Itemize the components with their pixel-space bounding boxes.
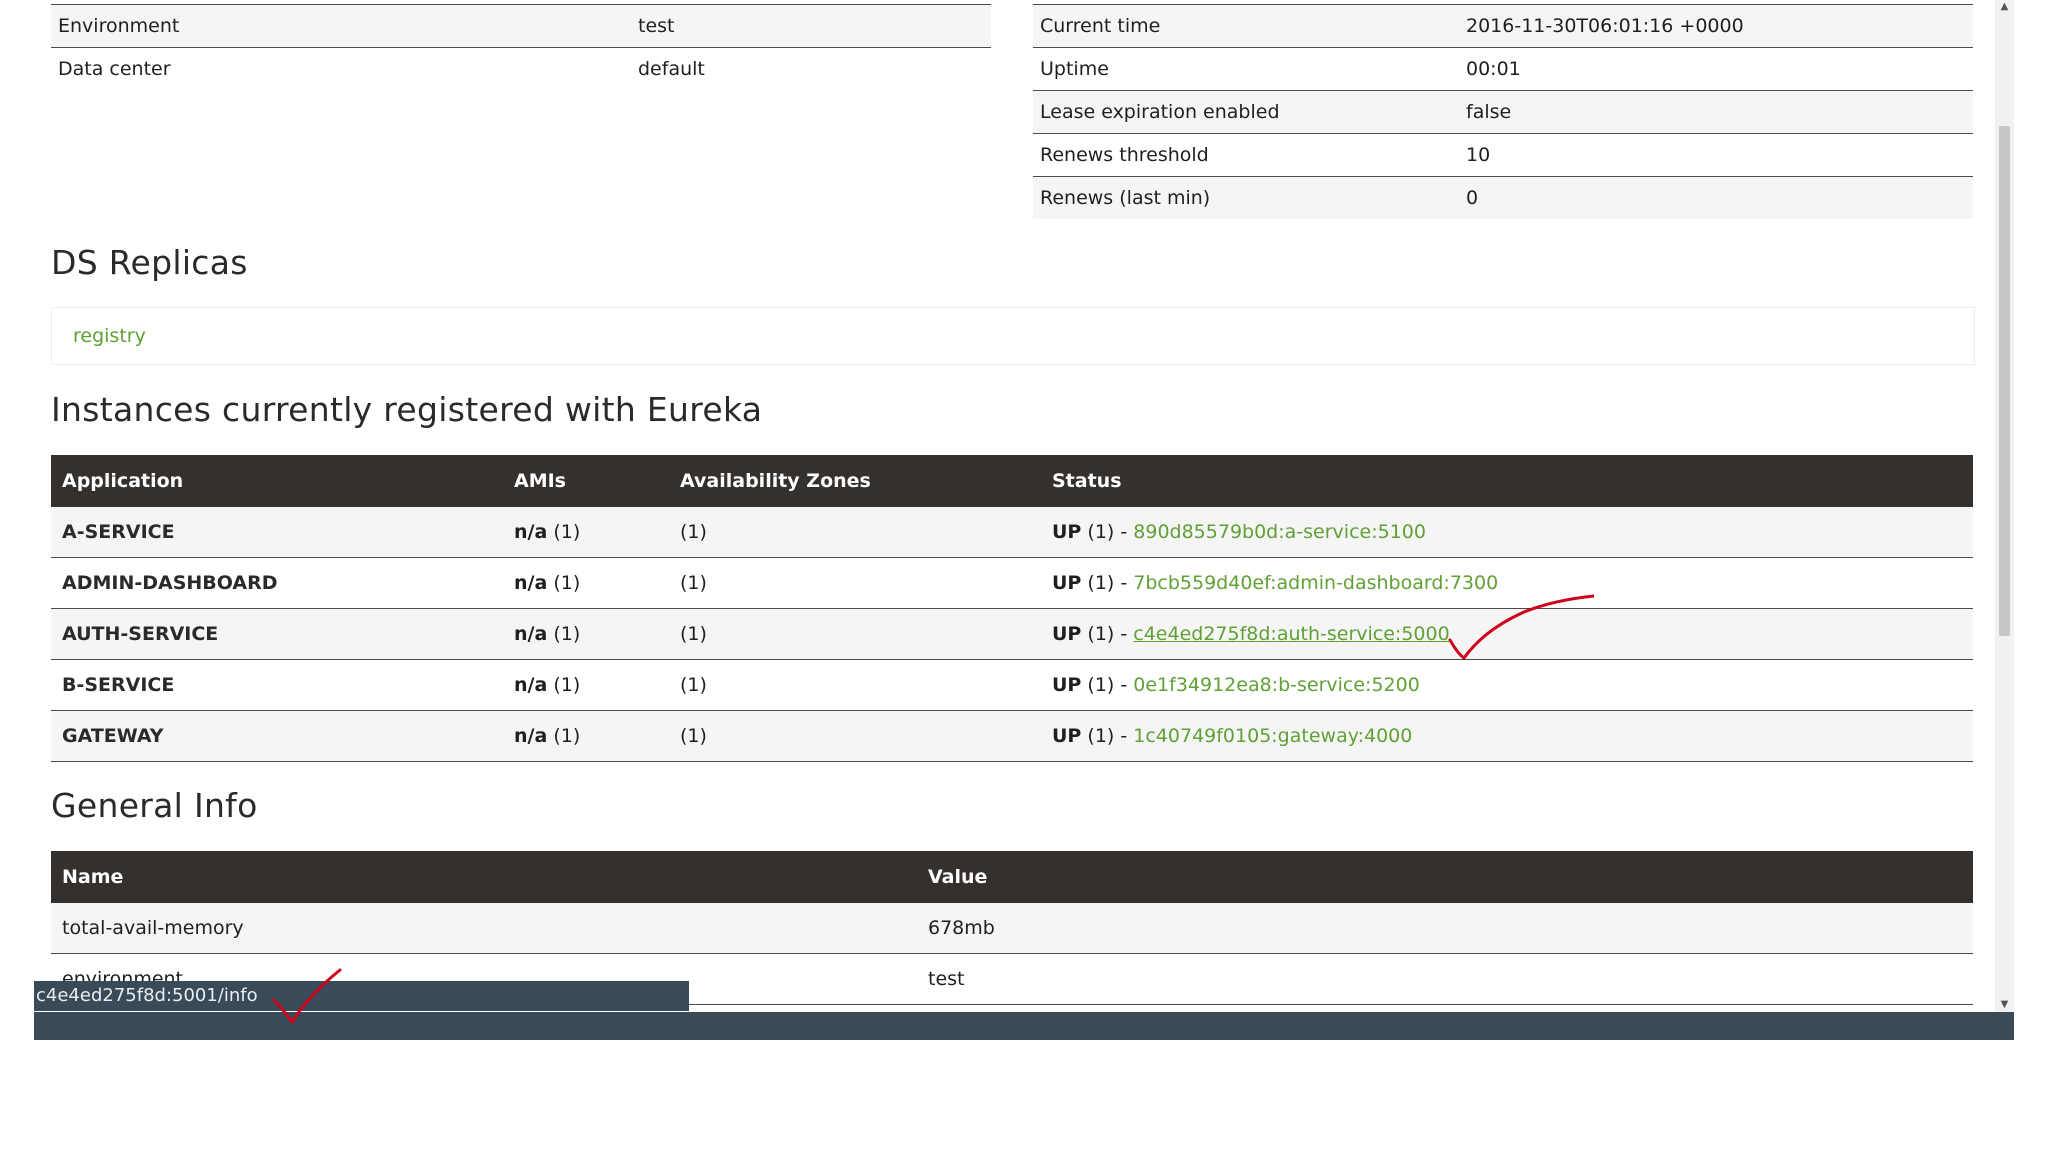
status-count: (1) - (1087, 623, 1128, 645)
status-cell: UP (1) - 890d85579b0d:a-service:5100 (1041, 507, 1973, 558)
amis-value: n/a (514, 521, 548, 543)
application-name: GATEWAY (51, 710, 503, 762)
column-header-availability-zones: Availability Zones (669, 455, 1041, 507)
general-info-heading: General Info (51, 786, 258, 825)
table-row: GATEWAY n/a (1) (1) UP (1) - 1c40749f010… (51, 710, 1973, 762)
status-cell: UP (1) - 1c40749f0105:gateway:4000 (1041, 710, 1973, 762)
info-name: total-avail-memory (51, 903, 917, 954)
replica-link-registry[interactable]: registry (73, 325, 146, 347)
status-key: Current time (1040, 15, 1161, 37)
amis-cell: n/a (1) (503, 710, 669, 762)
status-row-environment: Environment test (51, 4, 991, 47)
status-row-uptime: Uptime 00:01 (1033, 47, 1973, 90)
amis-cell: n/a (1) (503, 557, 669, 609)
amis-cell: n/a (1) (503, 507, 669, 558)
status-row-lease-expiration: Lease expiration enabled false (1033, 90, 1973, 133)
status-value: test (638, 15, 675, 37)
info-value: test (917, 953, 1973, 1005)
info-value: 678mb (917, 903, 1973, 954)
zones-cell: (1) (669, 710, 1041, 762)
status-key: Environment (58, 15, 180, 37)
amis-count: (1) (553, 521, 581, 543)
application-name: AUTH-SERVICE (51, 608, 503, 660)
bottom-bar (34, 1012, 2014, 1040)
column-header-status: Status (1041, 455, 1973, 507)
instances-heading: Instances currently registered with Eure… (51, 390, 763, 429)
status-count: (1) - (1087, 572, 1128, 594)
vertical-scrollbar[interactable]: ▲ ▼ (1995, 0, 2014, 1012)
table-row: total-avail-memory 678mb (51, 903, 1973, 954)
scrollbar-thumb[interactable] (1999, 126, 2010, 636)
amis-count: (1) (553, 725, 581, 747)
status-key: Data center (58, 58, 171, 80)
amis-value: n/a (514, 674, 548, 696)
column-header-name: Name (51, 851, 917, 903)
status-row-renews-threshold: Renews threshold 10 (1033, 133, 1973, 176)
amis-value: n/a (514, 623, 548, 645)
status-count: (1) - (1087, 725, 1128, 747)
amis-count: (1) (553, 572, 581, 594)
column-header-amis: AMIs (503, 455, 669, 507)
system-status-right-table: Current time 2016-11-30T06:01:16 +0000 U… (1033, 4, 1973, 219)
status-up: UP (1052, 674, 1082, 696)
status-up: UP (1052, 521, 1082, 543)
amis-value: n/a (514, 572, 548, 594)
status-key: Renews threshold (1040, 144, 1209, 166)
browser-viewport: Environment test Data center default Cur… (34, 0, 2014, 1040)
zones-cell: (1) (669, 557, 1041, 609)
application-name: A-SERVICE (51, 507, 503, 558)
status-count: (1) - (1087, 674, 1128, 696)
column-header-value: Value (917, 851, 1973, 903)
link-status-tooltip: c4e4ed275f8d:5001/info (34, 981, 689, 1011)
status-key: Uptime (1040, 58, 1109, 80)
scroll-up-arrow-icon[interactable]: ▲ (1995, 0, 2014, 14)
status-up: UP (1052, 572, 1082, 594)
zones-cell: (1) (669, 659, 1041, 711)
status-cell: UP (1) - 7bcb559d40ef:admin-dashboard:73… (1041, 557, 1973, 609)
instance-link[interactable]: c4e4ed275f8d:auth-service:5000 (1133, 623, 1449, 645)
instances-header-row: Application AMIs Availability Zones Stat… (51, 455, 1973, 507)
amis-count: (1) (553, 674, 581, 696)
instance-link[interactable]: 0e1f34912ea8:b-service:5200 (1133, 674, 1420, 696)
amis-cell: n/a (1) (503, 608, 669, 660)
amis-value: n/a (514, 725, 548, 747)
status-count: (1) - (1087, 521, 1128, 543)
status-up: UP (1052, 623, 1082, 645)
amis-cell: n/a (1) (503, 659, 669, 711)
status-row-data-center: Data center default (51, 47, 991, 90)
status-row-renews-last-min: Renews (last min) 0 (1033, 176, 1973, 219)
instances-table: Application AMIs Availability Zones Stat… (51, 455, 1973, 762)
status-value: 2016-11-30T06:01:16 +0000 (1466, 15, 1744, 37)
status-value: 10 (1466, 144, 1491, 166)
ds-replicas-heading: DS Replicas (51, 243, 248, 282)
system-status-left-table: Environment test Data center default (51, 4, 991, 90)
status-value: 0 (1466, 187, 1479, 209)
status-cell: UP (1) - 0e1f34912ea8:b-service:5200 (1041, 659, 1973, 711)
amis-count: (1) (553, 623, 581, 645)
status-key: Lease expiration enabled (1040, 101, 1280, 123)
zones-cell: (1) (669, 507, 1041, 558)
instance-link[interactable]: 890d85579b0d:a-service:5100 (1133, 521, 1426, 543)
table-row: ADMIN-DASHBOARD n/a (1) (1) UP (1) - 7bc… (51, 557, 1973, 609)
status-row-current-time: Current time 2016-11-30T06:01:16 +0000 (1033, 4, 1973, 47)
instance-link[interactable]: 1c40749f0105:gateway:4000 (1133, 725, 1412, 747)
status-value: 00:01 (1466, 58, 1521, 80)
instance-link[interactable]: 7bcb559d40ef:admin-dashboard:7300 (1133, 572, 1498, 594)
table-row: B-SERVICE n/a (1) (1) UP (1) - 0e1f34912… (51, 659, 1973, 711)
status-value: false (1466, 101, 1512, 123)
scroll-down-arrow-icon[interactable]: ▼ (1995, 998, 2014, 1012)
general-info-header-row: Name Value (51, 851, 1973, 903)
status-key: Renews (last min) (1040, 187, 1211, 209)
column-header-application: Application (51, 455, 503, 507)
status-up: UP (1052, 725, 1082, 747)
status-cell: UP (1) - c4e4ed275f8d:auth-service:5000 (1041, 608, 1973, 660)
table-row: AUTH-SERVICE n/a (1) (1) UP (1) - c4e4ed… (51, 608, 1973, 660)
application-name: B-SERVICE (51, 659, 503, 711)
ds-replicas-box: registry (51, 307, 1975, 365)
application-name: ADMIN-DASHBOARD (51, 557, 503, 609)
table-row: A-SERVICE n/a (1) (1) UP (1) - 890d85579… (51, 507, 1973, 558)
status-value: default (638, 58, 705, 80)
zones-cell: (1) (669, 608, 1041, 660)
